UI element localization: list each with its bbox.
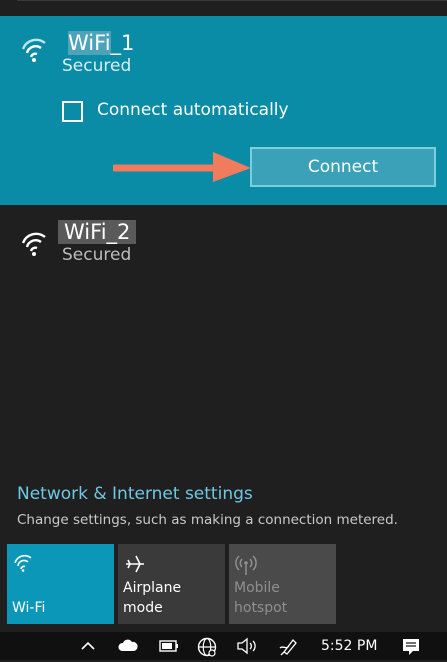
quick-action-wifi[interactable]: Wi-Fi <box>7 544 114 624</box>
network-settings-link[interactable]: Network & Internet settings <box>17 484 253 504</box>
network-name-redacted: WiFi <box>64 220 107 244</box>
airplane-icon <box>124 554 146 578</box>
taskbar: 5:52 PM <box>0 632 447 660</box>
connect-button[interactable]: Connect <box>250 147 436 187</box>
network-name-redacted: WiFi <box>68 31 111 55</box>
network-name-suffix: _1 <box>110 31 135 55</box>
network-settings-description: Change settings, such as making a connec… <box>17 512 398 528</box>
network-name-suffix: _2 <box>106 220 131 244</box>
divider <box>17 0 447 1</box>
network-name: WiFi_2 <box>58 220 137 244</box>
network-flyout: WiFi_1 Secured Connect automatically Con… <box>0 0 447 632</box>
volume-icon[interactable] <box>236 636 260 660</box>
globe-icon[interactable] <box>196 636 218 662</box>
notification-icon[interactable] <box>400 636 422 662</box>
connect-automatically-label[interactable]: Connect automatically <box>97 100 289 120</box>
battery-icon[interactable] <box>158 636 180 660</box>
chevron-up-icon[interactable] <box>79 636 97 660</box>
quick-action-mobile-hotspot: Mobile hotspot <box>229 544 336 624</box>
pen-icon[interactable] <box>277 636 299 662</box>
network-status: Secured <box>62 245 132 265</box>
annotation-arrow <box>113 152 251 182</box>
quick-action-airplane-mode[interactable]: Airplane mode <box>118 544 225 624</box>
network-status: Secured <box>62 56 132 76</box>
quick-action-label: Mobile hotspot <box>234 580 288 616</box>
network-item-wifi-1[interactable]: WiFi_1 Secured Connect automatically Con… <box>0 16 447 205</box>
hotspot-icon <box>235 554 257 580</box>
quick-action-label: Wi-Fi <box>12 600 46 616</box>
network-item-wifi-2[interactable]: WiFi_2 Secured <box>0 205 447 277</box>
quick-action-label: Airplane mode <box>123 580 182 616</box>
connect-automatically-checkbox[interactable] <box>62 101 83 122</box>
taskbar-clock[interactable]: 5:52 PM <box>321 638 377 654</box>
wifi-signal-icon <box>20 37 48 63</box>
wifi-icon <box>13 554 33 576</box>
network-name: WiFi_1 <box>62 31 140 55</box>
wifi-signal-icon <box>20 231 48 257</box>
cloud-icon[interactable] <box>117 636 139 660</box>
